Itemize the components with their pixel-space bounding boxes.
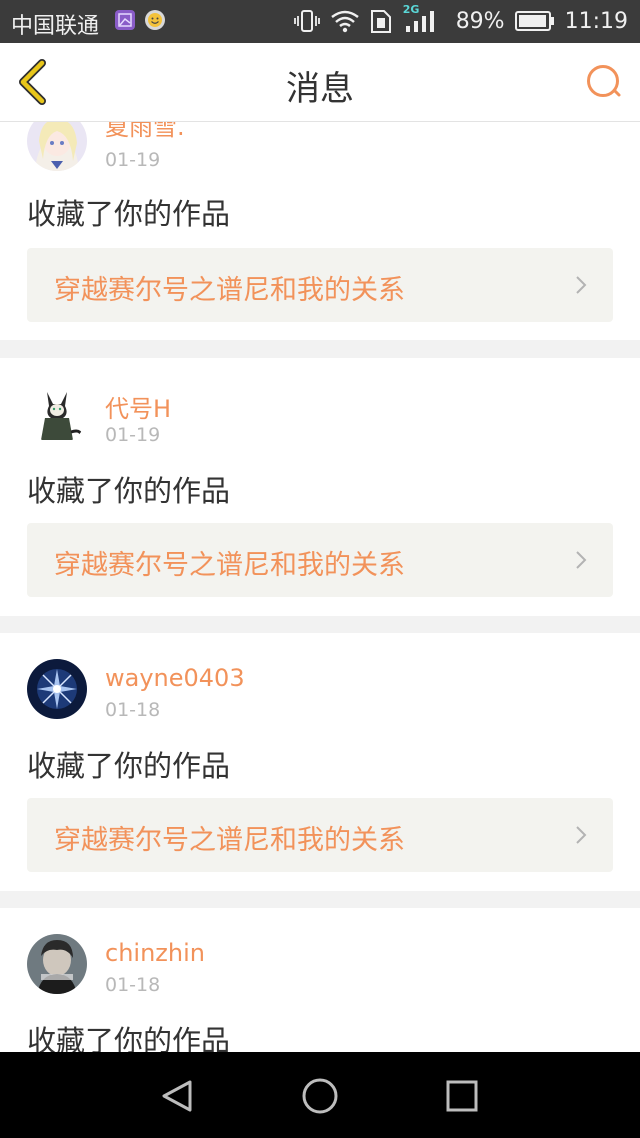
nav-home-button[interactable]: [300, 1076, 340, 1116]
user-avatar[interactable]: [27, 659, 87, 719]
message-list[interactable]: 夏雨雪. 01-19 收藏了你的作品 穿越赛尔号之谱尼和我的关系 代号H 01-…: [0, 122, 640, 1052]
gallery-app-icon: [115, 10, 135, 30]
message-action: 收藏了你的作品: [27, 1024, 231, 1052]
message-card: chinzhin 01-18 收藏了你的作品: [0, 908, 640, 1052]
nav-recents-button[interactable]: [442, 1076, 482, 1116]
clock: 11:19: [564, 8, 628, 34]
username[interactable]: wayne0403: [105, 664, 245, 692]
work-link[interactable]: 穿越赛尔号之谱尼和我的关系: [27, 248, 613, 322]
chevron-right-icon: [576, 826, 587, 844]
battery-percent: 89%: [455, 8, 505, 34]
work-link[interactable]: 穿越赛尔号之谱尼和我的关系: [27, 523, 613, 597]
message-card: wayne0403 01-18 收藏了你的作品 穿越赛尔号之谱尼和我的关系: [0, 633, 640, 891]
message-card: 夏雨雪. 01-19 收藏了你的作品 穿越赛尔号之谱尼和我的关系: [0, 122, 640, 340]
message-card: 代号H 01-19 收藏了你的作品 穿越赛尔号之谱尼和我的关系: [0, 358, 640, 616]
app-header: 消息: [0, 43, 640, 122]
status-bar: 中国联通 2G 89% 11:19: [0, 0, 640, 43]
message-action: 收藏了你的作品: [27, 474, 231, 508]
work-title: 穿越赛尔号之谱尼和我的关系: [54, 275, 405, 306]
sim-card-icon: [370, 8, 392, 34]
message-date: 01-19: [105, 424, 161, 446]
system-nav-bar: [0, 1052, 640, 1138]
user-avatar[interactable]: [27, 384, 87, 444]
user-avatar[interactable]: [27, 934, 87, 994]
wifi-icon: [330, 9, 360, 33]
search-button[interactable]: [584, 62, 624, 102]
username[interactable]: 夏雨雪.: [105, 122, 185, 142]
square-recents-icon: [446, 1080, 478, 1112]
chevron-right-icon: [576, 276, 587, 294]
signal-indicator: 2G: [402, 3, 446, 34]
message-date: 01-18: [105, 974, 161, 996]
vibrate-icon: [293, 8, 320, 34]
triangle-back-icon: [162, 1080, 192, 1112]
page-title: 消息: [286, 69, 354, 109]
work-title: 穿越赛尔号之谱尼和我的关系: [54, 550, 405, 581]
message-date: 01-18: [105, 699, 161, 721]
user-avatar[interactable]: [27, 122, 87, 171]
message-action: 收藏了你的作品: [27, 197, 231, 231]
username[interactable]: chinzhin: [105, 939, 205, 967]
work-link[interactable]: 穿越赛尔号之谱尼和我的关系: [27, 798, 613, 872]
work-title: 穿越赛尔号之谱尼和我的关系: [54, 825, 405, 856]
search-icon: [587, 65, 621, 97]
circle-home-icon: [302, 1078, 338, 1114]
smiley-app-icon: [145, 10, 165, 30]
signal-icon: [405, 11, 434, 32]
nav-back-button[interactable]: [158, 1076, 198, 1116]
message-date: 01-19: [105, 149, 161, 171]
carrier-name: 中国联通: [11, 14, 100, 39]
chevron-right-icon: [576, 551, 587, 569]
message-action: 收藏了你的作品: [27, 749, 231, 783]
username[interactable]: 代号H: [105, 389, 171, 424]
battery-icon: [514, 10, 555, 32]
